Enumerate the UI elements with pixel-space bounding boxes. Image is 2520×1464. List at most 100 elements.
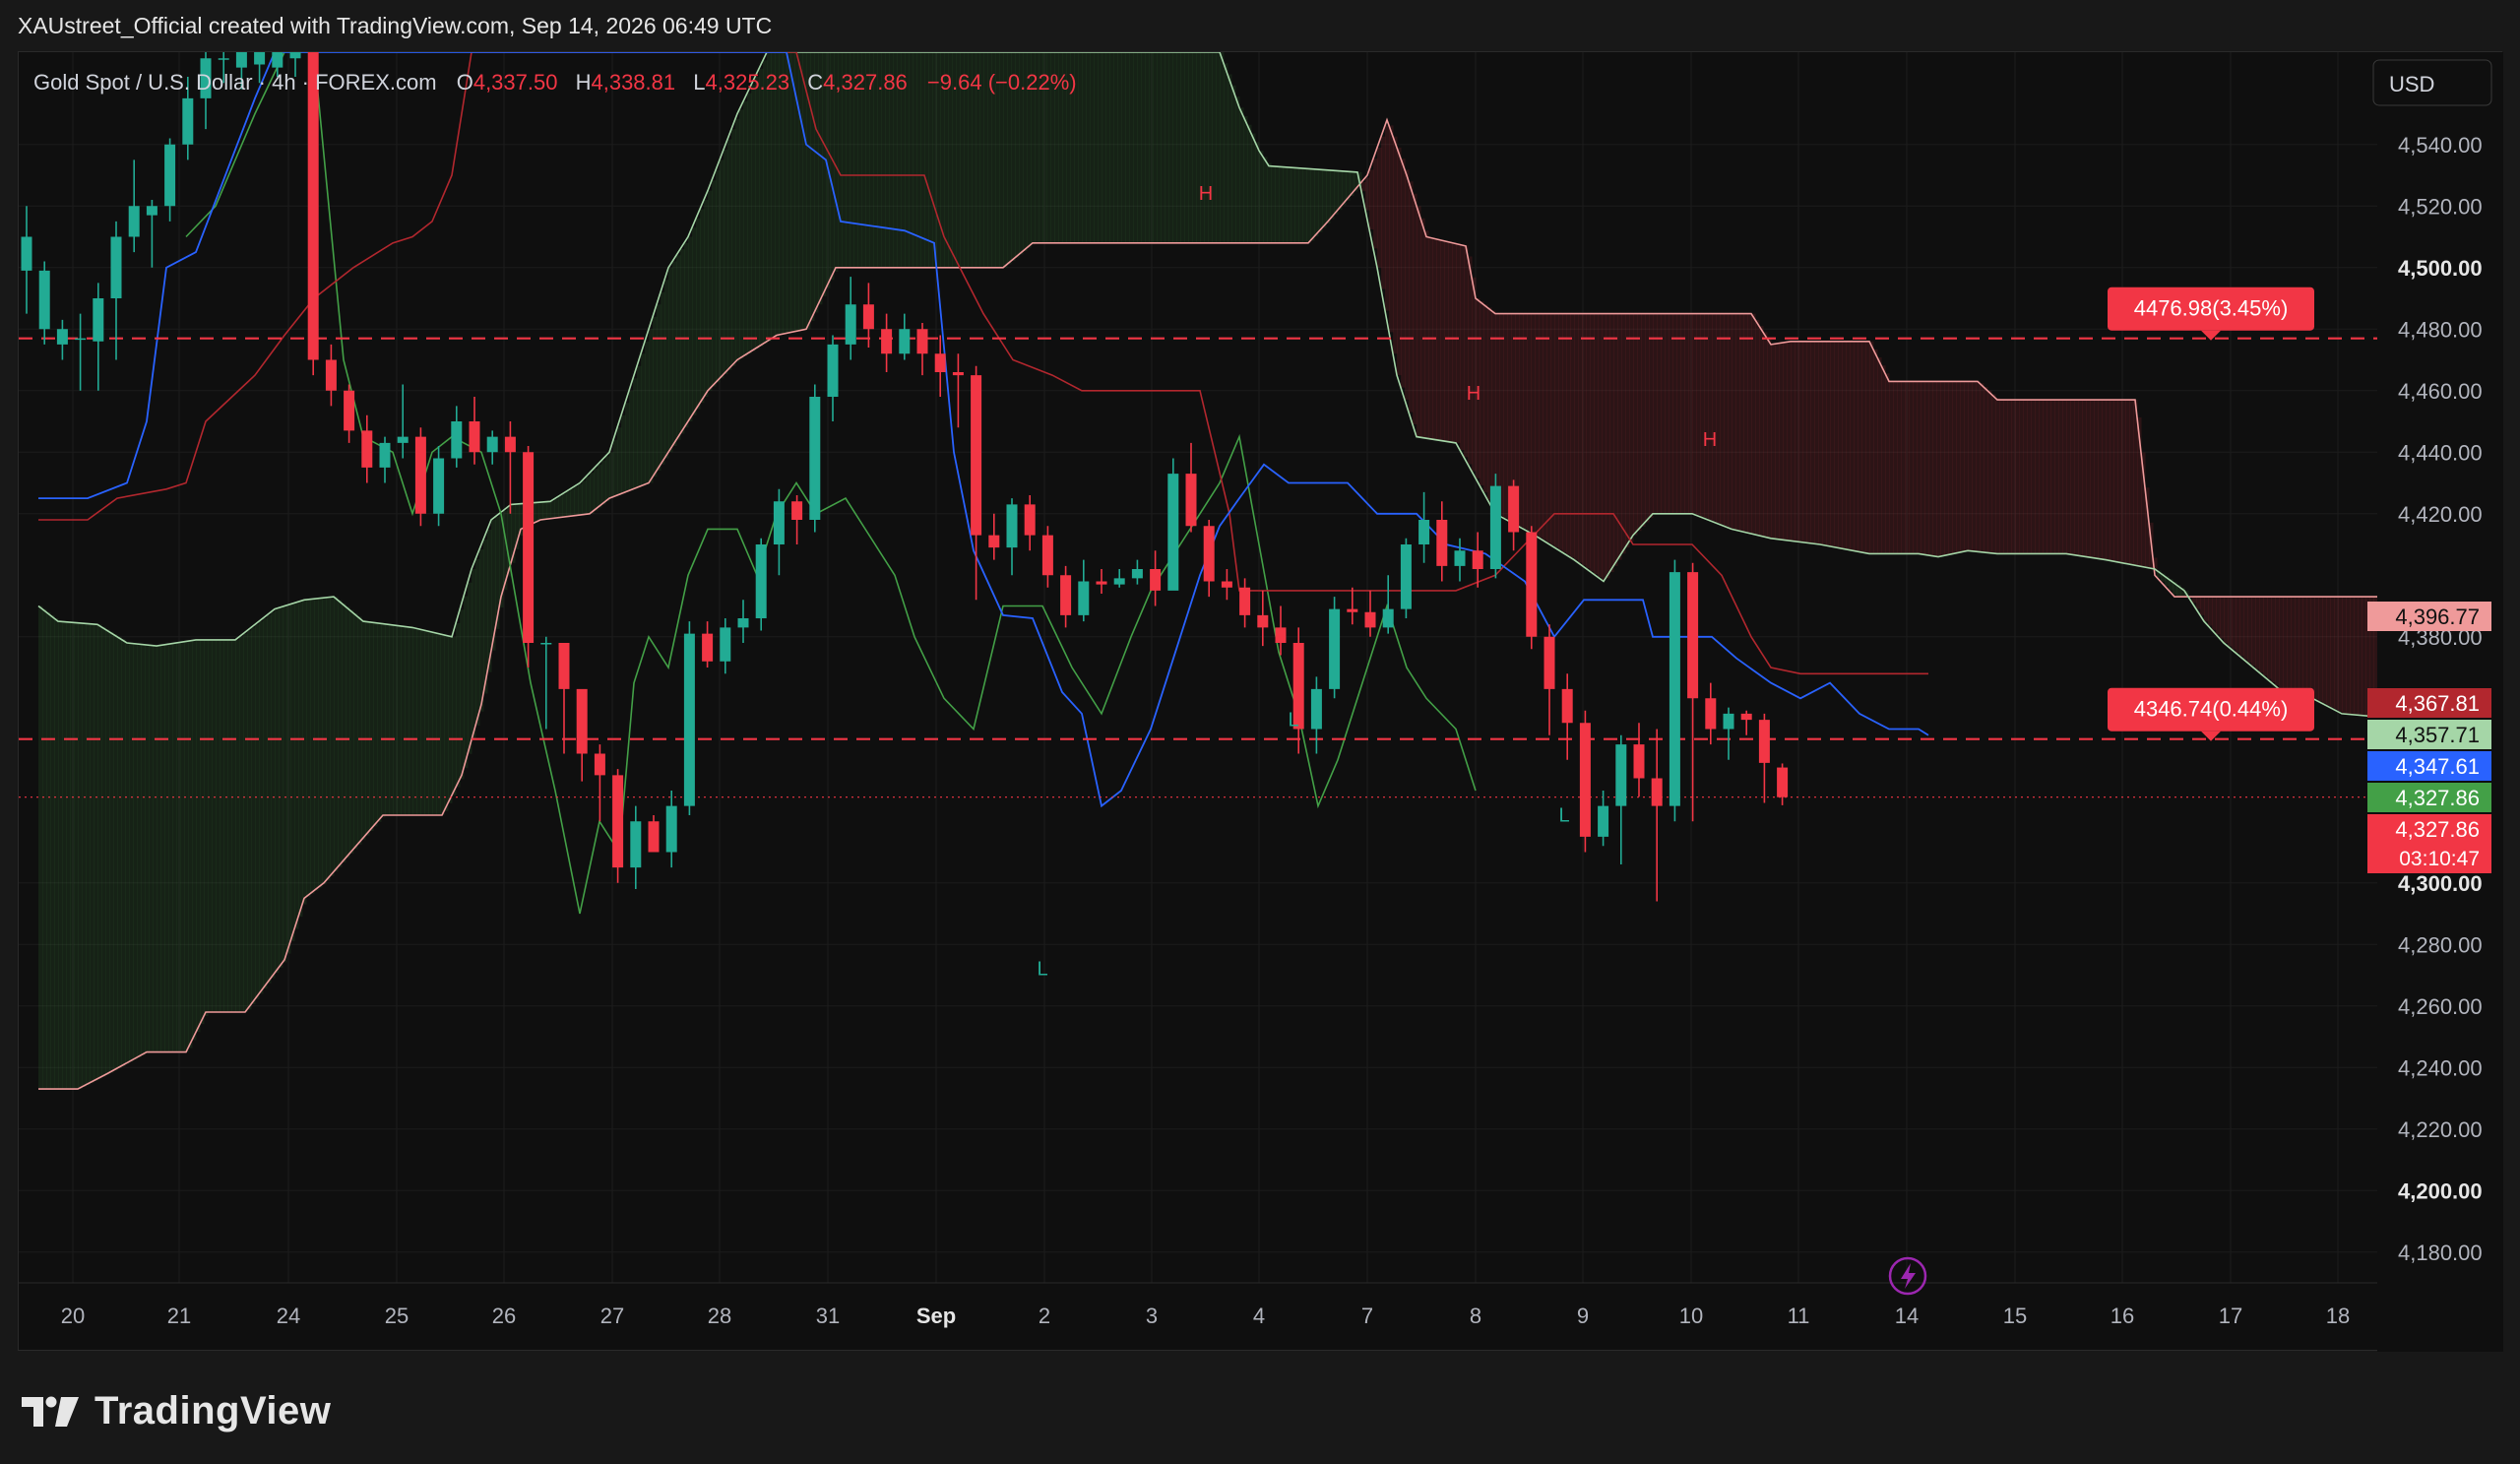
cloud-segment <box>137 644 142 1058</box>
cloud-segment <box>1409 181 1414 413</box>
cloud-segment <box>1653 313 1658 514</box>
candle-body <box>21 236 32 271</box>
cloud-segment <box>397 625 402 815</box>
cloud-segment <box>1239 107 1244 243</box>
cloud-segment <box>1574 313 1579 560</box>
cloud-segment <box>1810 341 1815 543</box>
cloud-segment <box>1519 313 1524 527</box>
cloud-segment <box>2054 400 2059 554</box>
legend-high: 4,338.81 <box>591 70 675 95</box>
cloud-segment <box>1602 313 1606 581</box>
cloud-segment <box>302 600 307 905</box>
candle-body <box>1472 550 1483 569</box>
cloud-segment <box>1444 240 1449 441</box>
cloud-segment <box>1759 326 1764 536</box>
cloud-segment <box>1401 159 1406 388</box>
cloud-segment <box>475 559 480 727</box>
cloud-segment <box>141 644 146 1055</box>
price-tick-label: 4,280.00 <box>2398 932 2483 957</box>
cloud-segment <box>424 630 429 815</box>
span-b-line <box>38 117 2377 1090</box>
cloud-segment <box>1936 381 1941 557</box>
cloud-segment <box>566 491 571 517</box>
cloud-segment <box>416 628 421 815</box>
cloud-segment <box>1161 52 1166 243</box>
cloud-segment <box>1763 332 1768 537</box>
cloud-segment <box>1550 313 1555 545</box>
cloud-segment <box>1306 168 1311 243</box>
cloud-segment <box>456 623 461 788</box>
candle-body <box>523 452 535 643</box>
cloud-segment <box>1318 169 1323 232</box>
time-tick-label: 24 <box>277 1304 300 1328</box>
cloud-segment <box>1944 381 1949 556</box>
candle-body <box>1041 535 1053 576</box>
cloud-segment <box>2330 597 2335 708</box>
cloud-segment <box>2200 597 2205 615</box>
candle-body <box>433 458 445 514</box>
cloud-segment <box>74 622 79 1090</box>
legend-open: 4,337.50 <box>473 70 558 95</box>
candle-body <box>254 52 266 65</box>
lightning-icon[interactable] <box>1888 1256 1927 1296</box>
candle-body <box>504 436 516 453</box>
time-tick-label: 2 <box>1039 1304 1050 1328</box>
cloud-segment <box>1255 142 1260 243</box>
cloud-segment <box>1692 313 1697 514</box>
time-tick-label: 3 <box>1146 1304 1158 1328</box>
cloud-segment <box>1609 313 1614 573</box>
cloud-segment <box>2247 597 2252 663</box>
cloud-segment <box>412 627 417 815</box>
cloud-segment <box>2196 597 2201 609</box>
level-label[interactable]: 4476.98(3.45%) <box>2134 296 2289 321</box>
legend-symbol: Gold Spot / U.S. Dollar · 4h · FOREX.com <box>33 70 437 95</box>
cloud-segment <box>1259 151 1264 243</box>
cloud-segment <box>1251 133 1256 243</box>
cloud-segment <box>267 614 272 984</box>
price-badge-value: 4,327.86 <box>2395 786 2480 810</box>
candle-body <box>1024 504 1036 536</box>
cloud-segment <box>235 639 240 1012</box>
candle-body <box>737 618 749 628</box>
level-label[interactable]: 4346.74(0.44%) <box>2134 697 2289 722</box>
time-tick-label: 21 <box>167 1304 191 1328</box>
cloud-segment <box>393 624 398 815</box>
cloud-segment <box>1913 381 1918 554</box>
chart-panel[interactable]: H L H L H L 4476.98(3.45%) 4346.74(0.44%) 4,54… <box>18 51 2503 1352</box>
candle-body <box>1777 767 1789 797</box>
candle-body <box>146 206 158 216</box>
cloud-segment <box>310 599 315 894</box>
cloud-segment <box>1842 341 1847 549</box>
price-chart[interactable]: H L H L H L 4476.98(3.45%) 4346.74(0.44%) 4,54… <box>19 52 2503 1352</box>
cloud-segment <box>1216 52 1221 243</box>
cloud-segment <box>1472 277 1477 472</box>
cloud-segment <box>263 618 268 989</box>
cloud-segment <box>724 149 728 375</box>
cloud-segment <box>2275 597 2280 686</box>
cloud-segment <box>153 645 158 1052</box>
attribution-bar: XAUstreet_Official created with TradingV… <box>0 0 2520 51</box>
currency-button[interactable]: USD <box>2372 59 2492 106</box>
cloud-segment <box>1373 159 1378 249</box>
cloud-segment <box>1405 169 1410 401</box>
candle-body <box>451 421 463 459</box>
cloud-segment <box>338 600 343 867</box>
cloud-segment <box>2007 400 2012 554</box>
candle-body <box>164 144 176 207</box>
price-tick-label: 4,180.00 <box>2398 1241 2483 1265</box>
time-tick-label: 25 <box>385 1304 409 1328</box>
cloud-segment <box>688 236 693 421</box>
cloud-segment <box>200 639 205 1025</box>
candle-body <box>397 436 409 443</box>
cloud-segment <box>775 52 780 337</box>
candle-body <box>1508 485 1520 533</box>
cloud-segment <box>1204 52 1209 243</box>
cloud-segment <box>1976 381 1981 552</box>
time-tick-label: 31 <box>816 1304 840 1328</box>
tradingview-logo[interactable]: TradingView <box>22 1389 331 1433</box>
cloud-segment <box>2354 597 2359 715</box>
cloud-segment <box>2086 400 2091 557</box>
time-axis[interactable]: 20 21 24 25 26 27 28 31 Sep 2 3 4 7 8 9 10 11 14 15 16 17 18 <box>61 1304 2350 1328</box>
cloud-segment <box>409 626 413 815</box>
cloud-segment <box>621 414 626 494</box>
